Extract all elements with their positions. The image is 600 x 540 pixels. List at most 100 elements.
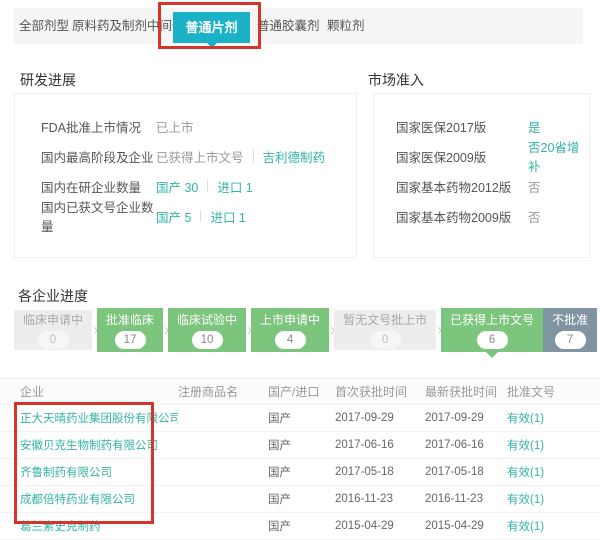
stage-licensed-selected[interactable]: 已获得上市文号 6: [441, 308, 543, 352]
stage-count-badge: 10: [192, 331, 223, 349]
tab-api-and-intermediates[interactable]: 原料药及制剂中间体: [72, 8, 185, 44]
domestic-licensed-count-link[interactable]: 国产 5: [156, 207, 191, 226]
fda-status-value: 已上市: [156, 117, 194, 136]
stage-count-badge: 0: [38, 331, 69, 349]
col-company: 企业: [20, 383, 178, 400]
stage-rejected[interactable]: 不批准 7: [543, 308, 597, 352]
company-link[interactable]: 成都倍特药业有限公司: [20, 491, 178, 507]
nrdl-2009-value[interactable]: 否20省增补: [528, 137, 589, 175]
stage-label: 已获得上市文号: [450, 311, 534, 328]
table-row: 葛兰素史克制药 国产 2015-04-29 2015-04-29 有效(1): [0, 513, 600, 540]
stage-label: 不批准: [552, 311, 588, 328]
progress-pipeline: 临床申请中 0 批准临床 17 临床试验中 10 上市申请中 4 暂无文号批上市…: [14, 308, 595, 352]
origin-cell: 国产: [268, 518, 335, 534]
companies-in-development-label: 国内在研企业数量: [41, 177, 156, 196]
company-link[interactable]: 安徽贝克生物制药有限公司: [20, 437, 178, 453]
companies-licensed-row: 国内已获文号企业数量 国产 5 进口 1: [41, 201, 356, 231]
latest-date-cell: 2017-05-18: [425, 466, 507, 478]
origin-cell: 国产: [268, 491, 335, 507]
stage-label: 上市申请中: [260, 311, 320, 328]
table-row: 齐鲁制药有限公司 国产 2017-05-18 2017-05-18 有效(1): [0, 459, 600, 486]
dosage-form-tabbar: 全部剂型 原料药及制剂中间体 普通胶囊剂 颗粒剂 普通片剂: [14, 8, 583, 44]
license-link[interactable]: 有效(1): [507, 437, 600, 453]
license-link[interactable]: 有效(1): [507, 518, 600, 534]
tab-tablets-label: 普通片剂: [185, 20, 237, 35]
edl-2012-value: 否: [528, 177, 541, 196]
license-link[interactable]: 有效(1): [507, 491, 600, 507]
rd-progress-title: 研发进展: [20, 70, 76, 90]
stage-label: 临床试验中: [177, 311, 237, 328]
table-header-row: 企业 注册商品名 国产/进口 首次获批时间 最新获批时间 批准文号: [0, 378, 600, 405]
latest-date-cell: 2015-04-29: [425, 520, 507, 532]
nrdl-2009-label: 国家医保2009版: [396, 147, 528, 166]
col-origin: 国产/进口: [268, 383, 335, 400]
origin-cell: 国产: [268, 437, 335, 453]
domestic-in-dev-count-link[interactable]: 国产 30: [156, 177, 198, 196]
company-link[interactable]: 正大天晴药业集团股份有限公司: [20, 410, 178, 426]
company-link[interactable]: 齐鲁制药有限公司: [20, 464, 178, 480]
first-date-cell: 2016-11-23: [335, 493, 425, 505]
caret-down-icon: [207, 43, 217, 48]
latest-date-cell: 2017-09-29: [425, 412, 507, 424]
table-row: 正大天晴药业集团股份有限公司 国产 2017-09-29 2017-09-29 …: [0, 405, 600, 432]
stage-label: 批准临床: [106, 311, 154, 328]
stage-clinical-approved[interactable]: 批准临床 17: [97, 308, 163, 352]
domestic-highest-stage-row: 国内最高阶段及企业 已获得上市文号 吉利德制药: [41, 141, 356, 171]
import-licensed-count-link[interactable]: 进口 1: [210, 207, 245, 226]
origin-cell: 国产: [268, 410, 335, 426]
stage-count-badge: 6: [477, 331, 508, 349]
origin-cell: 国产: [268, 464, 335, 480]
stage-count-badge: 0: [370, 331, 401, 349]
stage-marketing-application[interactable]: 上市申请中 4: [251, 308, 329, 352]
tab-granules[interactable]: 颗粒剂: [327, 8, 365, 44]
stage-clinical-trials[interactable]: 临床试验中 10: [168, 308, 246, 352]
first-date-cell: 2017-05-18: [335, 466, 425, 478]
gilead-company-link[interactable]: 吉利德制药: [263, 147, 326, 166]
company-progress-title: 各企业进度: [18, 286, 88, 306]
import-in-dev-count-link[interactable]: 进口 1: [217, 177, 252, 196]
rd-progress-panel: FDA批准上市情况 已上市 国内最高阶段及企业 已获得上市文号 吉利德制药 国内…: [14, 93, 357, 258]
table-row: 安徽贝克生物制药有限公司 国产 2017-06-16 2017-06-16 有效…: [0, 432, 600, 459]
fda-status-row: FDA批准上市情况 已上市: [41, 111, 356, 141]
tab-all-dosage-forms[interactable]: 全部剂型: [19, 8, 69, 44]
stage-count-badge: 7: [555, 331, 586, 349]
tab-tablets-active[interactable]: 普通片剂: [173, 12, 250, 43]
col-first-approval-date: 首次获批时间: [335, 383, 425, 400]
latest-date-cell: 2016-11-23: [425, 493, 507, 505]
edl-2009-value: 否: [528, 207, 541, 226]
market-access-panel: 国家医保2017版 是 国家医保2009版 否20省增补 国家基本药物2012版…: [373, 93, 590, 258]
edl-2012-row: 国家基本药物2012版 否: [396, 171, 589, 201]
stage-label: 临床申请中: [23, 311, 83, 328]
caret-down-icon: [486, 352, 498, 358]
col-latest-approval-date: 最新获批时间: [425, 383, 507, 400]
first-date-cell: 2017-09-29: [335, 412, 425, 424]
stage-count-badge: 4: [275, 331, 306, 349]
edl-2009-row: 国家基本药物2009版 否: [396, 201, 589, 231]
domestic-highest-stage-label: 国内最高阶段及企业: [41, 147, 156, 166]
license-link[interactable]: 有效(1): [507, 410, 600, 426]
tab-capsules[interactable]: 普通胶囊剂: [257, 8, 320, 44]
stage-clinical-application[interactable]: 临床申请中 0: [14, 310, 92, 350]
companies-licensed-label: 国内已获文号企业数量: [41, 197, 156, 235]
edl-2012-label: 国家基本药物2012版: [396, 177, 528, 196]
col-brand-name: 注册商品名: [178, 383, 268, 400]
nrdl-2017-value[interactable]: 是: [528, 117, 541, 136]
company-table: 企业 注册商品名 国产/进口 首次获批时间 最新获批时间 批准文号 正大天晴药业…: [0, 378, 600, 540]
market-access-title: 市场准入: [368, 70, 424, 90]
edl-2009-label: 国家基本药物2009版: [396, 207, 528, 226]
first-date-cell: 2017-06-16: [335, 439, 425, 451]
nrdl-2017-label: 国家医保2017版: [396, 117, 528, 136]
fda-status-label: FDA批准上市情况: [41, 117, 156, 136]
stage-approved-no-license[interactable]: 暂无文号批上市 0: [334, 310, 436, 350]
stage-count-badge: 17: [115, 331, 146, 349]
latest-date-cell: 2017-06-16: [425, 439, 507, 451]
table-row: 成都倍特药业有限公司 国产 2016-11-23 2016-11-23 有效(1…: [0, 486, 600, 513]
license-link[interactable]: 有效(1): [507, 464, 600, 480]
stage-label: 暂无文号批上市: [343, 311, 427, 328]
company-link[interactable]: 葛兰素史克制药: [20, 518, 178, 534]
nrdl-2009-row: 国家医保2009版 否20省增补: [396, 141, 589, 171]
first-date-cell: 2015-04-29: [335, 520, 425, 532]
col-license-number: 批准文号: [507, 383, 600, 400]
value-divider: [200, 210, 201, 222]
domestic-highest-stage-value: 已获得上市文号: [156, 147, 244, 166]
